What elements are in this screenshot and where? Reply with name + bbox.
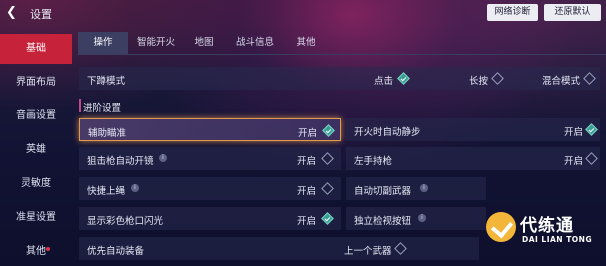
left-hand-row: 左手持枪 开启: [346, 147, 600, 170]
sidebar-item-layout[interactable]: 界面布局: [0, 68, 72, 98]
notification-dot: [46, 247, 50, 251]
crouch-mode-label: 下蹲模式: [87, 76, 126, 87]
diamond-check-icon[interactable]: [322, 124, 335, 137]
diamond-check-icon[interactable]: [397, 72, 410, 85]
auto-silent-step-row: 开火时自动静步 开启: [346, 118, 600, 141]
inspect-button-row: 独立检视按钮 i: [346, 207, 486, 230]
restore-default-button[interactable]: 还原默认: [544, 4, 601, 21]
auto-equip-label: 优先自动装备: [87, 246, 145, 257]
network-diagnosis-button[interactable]: 网络诊断: [487, 4, 538, 21]
crouch-option-hold[interactable]: 长按: [469, 73, 488, 87]
sidebar-item-other[interactable]: 其他: [0, 237, 72, 266]
auto-switch-secondary-row: 自动切副武器 i: [346, 177, 486, 200]
crouch-mode-row: 下蹲模式 点击 长按 混合模式: [79, 67, 600, 90]
muzzle-flash-label: 显示彩色枪口闪光: [87, 216, 164, 227]
crouch-option-mixed[interactable]: 混合模式: [542, 73, 580, 87]
auto-switch-secondary-label: 自动切副武器: [354, 186, 412, 197]
left-hand-value: 开启: [564, 156, 584, 167]
page-title: 设置: [30, 8, 52, 21]
auto-equip-value[interactable]: 上一个武器: [344, 243, 392, 257]
info-icon[interactable]: i: [131, 184, 139, 192]
sidebar-item-audio-video[interactable]: 音画设置: [0, 101, 72, 131]
sniper-auto-scope-value: 开启: [297, 156, 317, 167]
sidebar: 基础 界面布局 音画设置 英雄 灵敏度 准星设置 其他: [0, 32, 72, 266]
tab-operation[interactable]: 操作: [78, 32, 128, 54]
tab-other[interactable]: 其他: [286, 32, 326, 54]
sidebar-item-crosshair[interactable]: 准星设置: [0, 203, 72, 233]
quick-rope-value: 开启: [297, 186, 317, 197]
tab-divider: [78, 54, 606, 55]
aim-assist-label: 辅助瞄准: [88, 128, 127, 139]
diamond-check-icon[interactable]: [583, 72, 596, 85]
sidebar-item-basic[interactable]: 基础: [0, 34, 72, 64]
sidebar-item-hero[interactable]: 英雄: [0, 135, 72, 165]
diamond-check-icon[interactable]: [321, 212, 334, 225]
section-marker: [79, 99, 81, 112]
inspect-button-label: 独立检视按钮: [354, 216, 412, 227]
watermark: 代练通 DAI LIAN TONG: [486, 206, 606, 266]
diamond-check-icon[interactable]: [394, 242, 407, 255]
info-icon[interactable]: i: [420, 184, 428, 192]
auto-equip-row: 优先自动装备 上一个武器: [79, 237, 479, 260]
diamond-check-icon[interactable]: [491, 72, 504, 85]
aim-assist-row[interactable]: 辅助瞄准 开启: [79, 118, 341, 141]
watermark-logo-icon: [486, 212, 516, 242]
tab-map[interactable]: 地图: [184, 32, 224, 54]
quick-rope-label: 快捷上绳: [87, 186, 126, 197]
watermark-en: DAI LIAN TONG: [522, 235, 593, 244]
advanced-settings-title: 进阶设置: [83, 103, 122, 114]
muzzle-flash-value: 开启: [297, 216, 317, 227]
left-hand-label: 左手持枪: [354, 156, 393, 167]
diamond-check-icon[interactable]: [585, 123, 598, 136]
watermark-name: 代练通: [520, 216, 574, 236]
diamond-check-icon[interactable]: [321, 152, 334, 165]
muzzle-flash-row: 显示彩色枪口闪光 开启: [79, 207, 341, 230]
crouch-option-tap[interactable]: 点击: [374, 73, 393, 87]
tab-bar: 操作 智能开火 地图 战斗信息 其他: [78, 32, 606, 54]
info-icon[interactable]: i: [418, 214, 426, 222]
auto-silent-step-value: 开启: [564, 127, 584, 138]
tab-combat-info[interactable]: 战斗信息: [228, 32, 282, 54]
quick-rope-row: 快捷上绳 i 开启: [79, 177, 341, 200]
diamond-check-icon[interactable]: [321, 182, 334, 195]
sidebar-item-sensitivity[interactable]: 灵敏度: [0, 169, 72, 199]
aim-assist-value: 开启: [298, 128, 318, 139]
sniper-auto-scope-row: 狙击枪自动开镜 i 开启: [79, 147, 341, 170]
auto-silent-step-label: 开火时自动静步: [354, 127, 421, 138]
tab-smart-fire[interactable]: 智能开火: [130, 32, 182, 54]
diamond-check-icon[interactable]: [585, 152, 598, 165]
sniper-auto-scope-label: 狙击枪自动开镜: [87, 156, 154, 167]
top-bar: ❮ 设置 网络诊断 还原默认: [0, 0, 606, 26]
info-icon[interactable]: i: [159, 154, 167, 162]
back-arrow-icon[interactable]: ❮: [6, 6, 20, 20]
